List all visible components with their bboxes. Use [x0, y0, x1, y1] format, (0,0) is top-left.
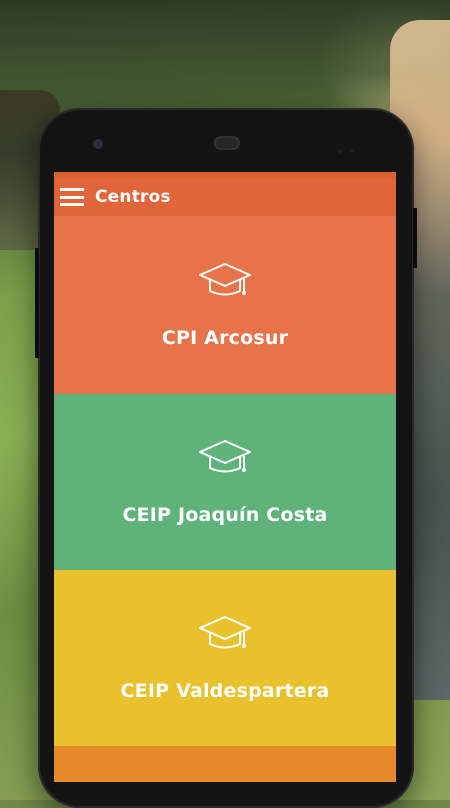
center-card-ceip-valdespartera[interactable]: CEIP Valdespartera — [54, 570, 396, 746]
center-name: CEIP Valdespartera — [120, 680, 330, 702]
phone-volume-button — [35, 248, 39, 358]
center-card-cpi-arcosur[interactable]: CPI Arcosur — [54, 216, 396, 394]
app-screen: Centros CPI Arcosur CEIP Joaquín Costa C… — [54, 172, 396, 782]
background-trees — [0, 0, 450, 120]
center-name: CPI Arcosur — [161, 327, 289, 349]
phone-frame: Centros CPI Arcosur CEIP Joaquín Costa C… — [35, 108, 417, 808]
page-title: Centros — [95, 187, 171, 207]
graduation-cap-icon — [199, 263, 251, 296]
center-card-ceip-joaquin-costa[interactable]: CEIP Joaquín Costa — [54, 394, 396, 570]
graduation-cap-icon — [199, 616, 251, 649]
app-bar: Centros — [54, 178, 396, 216]
phone-earpiece — [214, 136, 240, 150]
graduation-cap-icon — [199, 440, 251, 473]
phone-power-button — [413, 208, 417, 268]
hamburger-menu-icon[interactable] — [60, 188, 84, 206]
center-name: CEIP Joaquín Costa — [122, 504, 328, 526]
phone-top-bezel — [38, 108, 414, 172]
front-camera — [93, 139, 103, 149]
center-card-partial[interactable] — [54, 746, 396, 782]
phone-sensors — [338, 138, 378, 153]
